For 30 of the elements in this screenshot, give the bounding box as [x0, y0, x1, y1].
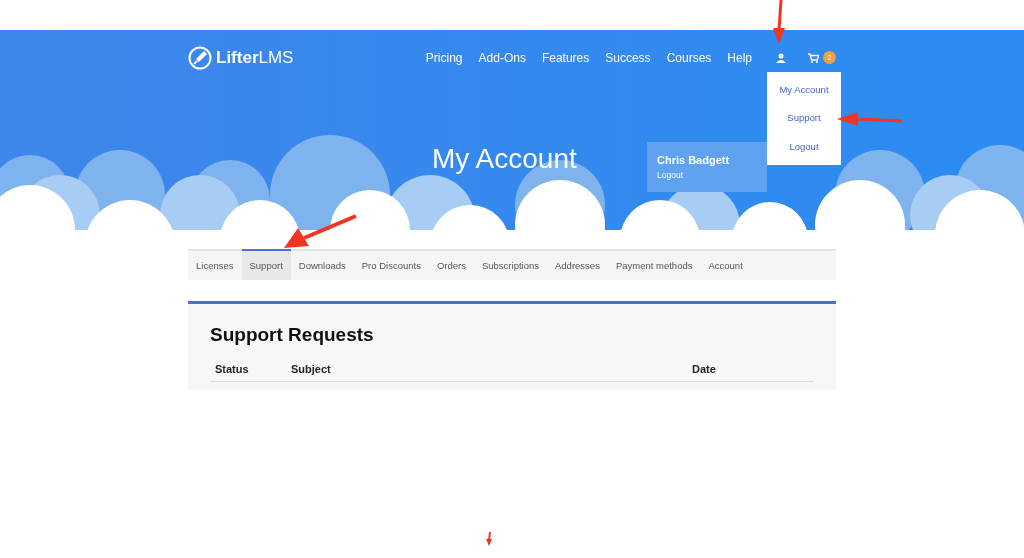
tab[interactable]: Orders [428, 249, 474, 280]
cart-icon[interactable] [808, 52, 819, 63]
brand-logo-text[interactable]: LifterLMS [216, 44, 294, 71]
nav-link-item[interactable]: Add-Ons [478, 48, 526, 67]
tab[interactable]: Addresses [547, 249, 608, 280]
nav-link-item[interactable]: Pricing [425, 48, 463, 67]
annotation-arrow [773, 0, 785, 44]
annotation-arrow [486, 531, 492, 546]
tab[interactable]: Support [241, 249, 291, 280]
section-title: Support Requests [210, 324, 375, 347]
menu-item[interactable]: Support [767, 104, 841, 133]
column-header: Status [215, 361, 250, 377]
tab[interactable]: Downloads [290, 249, 354, 280]
nav-link-item[interactable]: Courses [666, 48, 712, 67]
nav-link-item[interactable]: Success [605, 48, 651, 67]
tab[interactable]: Pro Discounts [353, 249, 429, 280]
tab[interactable]: Subscriptions [473, 249, 547, 280]
annotation-arrow [837, 112, 903, 126]
user-icon[interactable] [776, 52, 786, 63]
nav-link-item[interactable]: Features [541, 48, 590, 67]
tab[interactable]: Account [700, 249, 751, 280]
page-title: My Account [432, 142, 577, 176]
column-header: Subject [291, 361, 332, 377]
menu-item[interactable]: Logout [767, 132, 841, 161]
column-header: Date [692, 361, 716, 377]
menu-item[interactable]: My Account [767, 76, 841, 105]
nav-link-item[interactable]: Help [727, 48, 752, 67]
user-name: Chris Badgett [657, 153, 731, 168]
tab[interactable]: Payment methods [607, 249, 701, 280]
tab[interactable]: Licenses [188, 249, 242, 280]
